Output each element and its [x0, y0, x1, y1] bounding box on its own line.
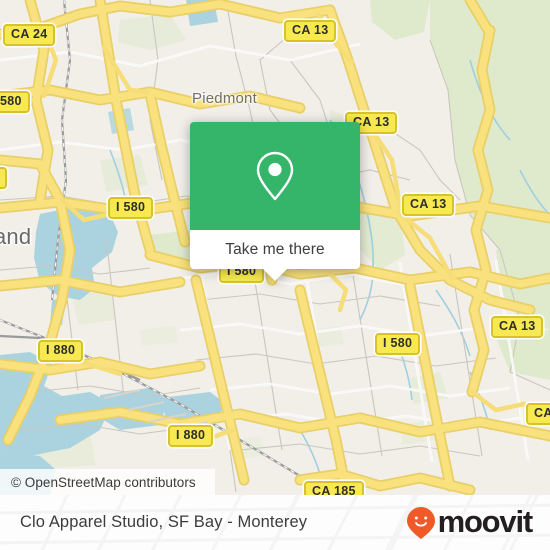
footer-bar: Clo Apparel Studio, SF Bay - Monterey mo… — [0, 495, 550, 550]
map-screenshot: and Piedmont CA 24 CA 13 580 CA 13 0 I 5… — [0, 0, 550, 550]
popup-pointer-tail — [262, 268, 288, 281]
shield-i-580-lower[interactable]: I 580 — [375, 333, 421, 356]
shield-i-580-upper[interactable]: I 580 — [108, 197, 154, 220]
shield-i-580-left-clip[interactable]: 0 — [0, 167, 8, 190]
shield-ca-24[interactable]: CA 24 — [3, 24, 56, 47]
shield-i-880-lower[interactable]: I 880 — [168, 425, 214, 448]
shield-ca-185[interactable]: CA 185 — [304, 481, 364, 495]
moovit-pin-icon — [406, 506, 435, 539]
shield-ca-13-right[interactable]: CA 13 — [402, 194, 455, 217]
map-pin-icon — [256, 151, 294, 201]
take-me-there-label: Take me there — [225, 240, 325, 258]
moovit-wordmark: moovit — [437, 504, 534, 539]
shield-ca-13-lower-right[interactable]: CA 13 — [491, 316, 544, 339]
shield-ca-right-clip[interactable]: CA — [526, 403, 550, 426]
moovit-logo[interactable]: moovit — [406, 495, 534, 550]
attribution-bar[interactable]: © OpenStreetMap contributors — [0, 469, 215, 495]
page-title: Clo Apparel Studio, SF Bay - Monterey — [20, 513, 308, 531]
popup-cta-bar[interactable]: Take me there — [190, 230, 360, 281]
shield-i-880-upper[interactable]: I 880 — [38, 340, 84, 363]
shield-ca-13-top[interactable]: CA 13 — [284, 20, 337, 43]
shield-580-left[interactable]: 580 — [0, 91, 30, 114]
popup-image-area — [190, 122, 360, 230]
map-canvas[interactable]: and Piedmont CA 24 CA 13 580 CA 13 0 I 5… — [0, 0, 550, 495]
take-me-there-popup[interactable]: Take me there — [190, 122, 360, 281]
attribution-text: © OpenStreetMap contributors — [11, 474, 196, 490]
